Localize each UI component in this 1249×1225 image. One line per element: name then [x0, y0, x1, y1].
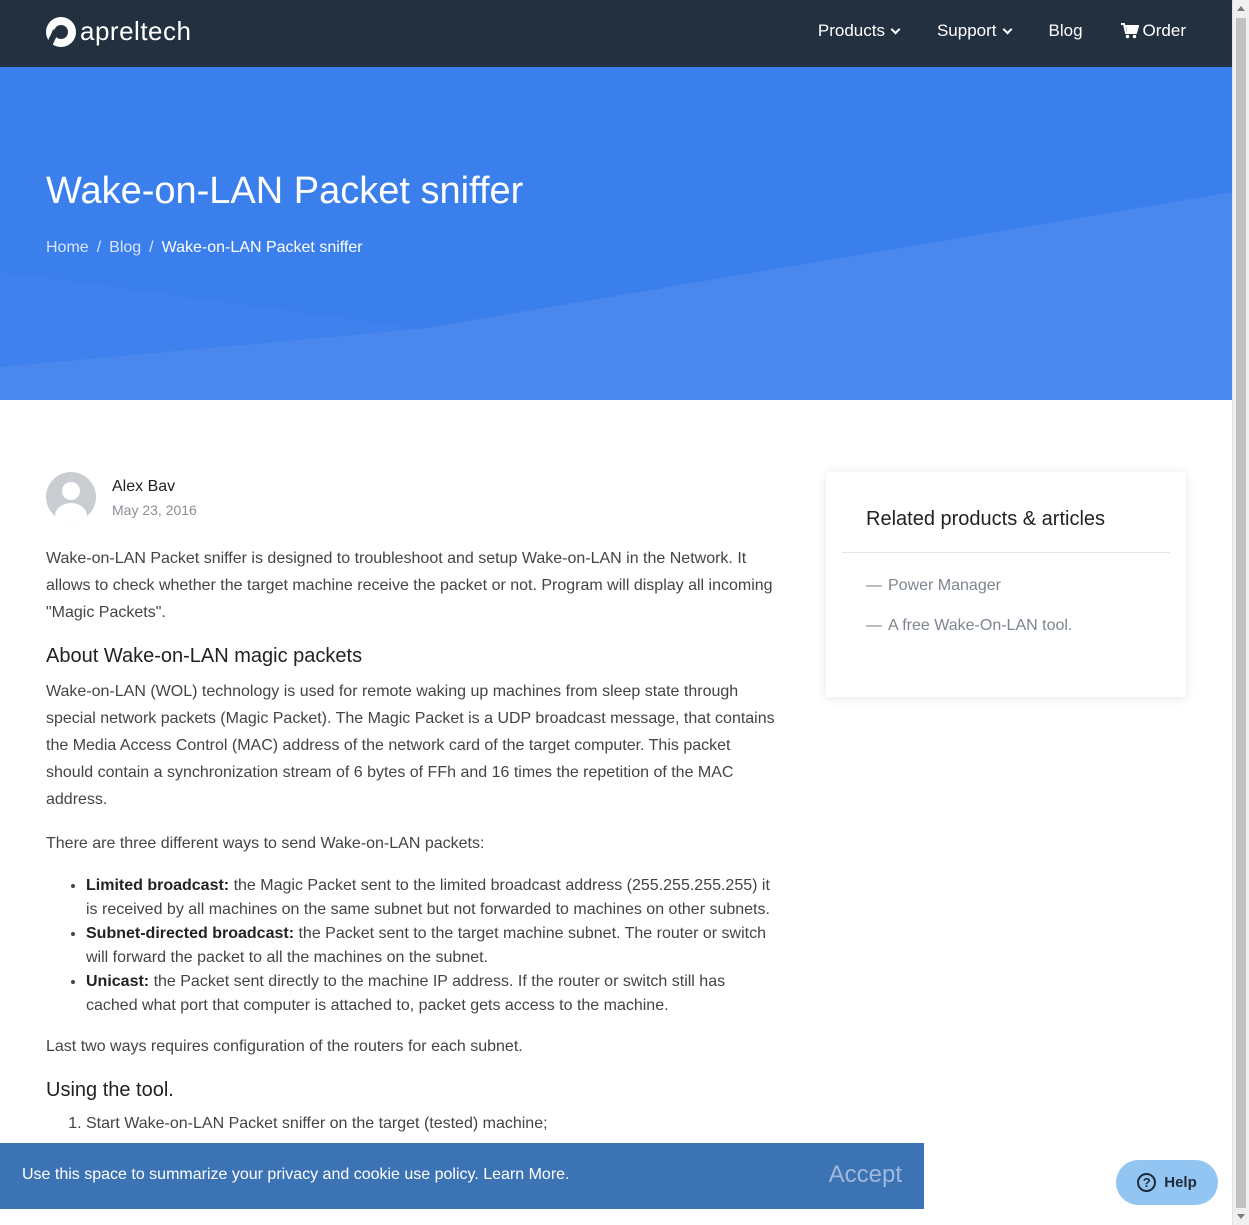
related-link-label: A free Wake-On-LAN tool. [888, 617, 1073, 634]
cart-icon [1120, 23, 1139, 39]
related-link-power-manager[interactable]: — Power Manager [866, 577, 1001, 595]
steps-list: Start Wake-on-LAN Packet sniffer on the … [86, 1112, 781, 1136]
cookie-text[interactable]: Use this space to summarize your privacy… [22, 1166, 570, 1184]
related-panel: Related products & articles — Power Manag… [826, 472, 1186, 697]
intro-paragraph: Wake-on-LAN Packet sniffer is designed t… [46, 550, 773, 621]
main-nav: Products Support Blog Order [780, 21, 1186, 41]
post-date: May 23, 2016 [112, 502, 197, 518]
post-author: Alex Bav May 23, 2016 [46, 472, 197, 522]
scroll-down-arrow-icon[interactable] [1237, 1214, 1245, 1219]
breadcrumb-blog[interactable]: Blog [109, 239, 141, 257]
heading-using: Using the tool. [46, 1079, 174, 1101]
avatar [46, 472, 96, 522]
accept-button[interactable]: Accept [829, 1161, 902, 1189]
nav-order-label: Order [1142, 21, 1186, 40]
list-item: Unicast: the Packet sent directly to the… [86, 970, 781, 1018]
ways-list: Limited broadcast: the Magic Packet sent… [86, 874, 781, 1018]
list-item: Subnet-directed broadcast: the Packet se… [86, 922, 781, 970]
apreltech-logo-icon [46, 16, 76, 47]
question-icon: ? [1137, 1173, 1157, 1192]
nav-order[interactable]: Order [1120, 21, 1186, 41]
help-button[interactable]: ? Help [1116, 1160, 1218, 1205]
breadcrumb-separator: / [96, 239, 102, 256]
heading-about: About Wake-on-LAN magic packets [46, 645, 363, 667]
hero-banner: Wake-on-LAN Packet sniffer Home / Blog /… [0, 67, 1232, 400]
list-item-text: the Packet sent directly to the machine … [86, 973, 726, 1014]
chevron-down-icon [890, 24, 901, 34]
article-body: Wake-on-LAN Packet sniffer is designed t… [46, 545, 781, 1136]
list-item-term: Unicast: [86, 973, 150, 990]
nav-products-label: Products [817, 21, 885, 40]
scroll-thumb[interactable] [1236, 18, 1246, 1208]
vertical-scrollbar[interactable] [1232, 0, 1249, 1225]
breadcrumb: Home / Blog / Wake-on-LAN Packet sniffer [46, 239, 363, 257]
divider [842, 552, 1170, 553]
dash-icon: — [866, 617, 882, 634]
page-title: Wake-on-LAN Packet sniffer [46, 170, 524, 212]
nav-blog[interactable]: Blog [1049, 21, 1083, 41]
breadcrumb-current: Wake-on-LAN Packet sniffer [161, 239, 363, 256]
related-link-label: Power Manager [888, 577, 1001, 594]
breadcrumb-separator: / [149, 239, 154, 256]
list-item-term: Subnet-directed broadcast: [86, 925, 295, 942]
cookie-banner: Use this space to summarize your privacy… [0, 1143, 924, 1209]
ways-paragraph: There are three different ways to send W… [46, 835, 485, 852]
help-label: Help [1164, 1174, 1197, 1191]
related-link-wol-tool[interactable]: — A free Wake-On-LAN tool. [866, 617, 1072, 635]
author-meta: Alex Bav May 23, 2016 [112, 472, 197, 522]
dash-icon: — [866, 577, 882, 594]
author-name: Alex Bav [112, 478, 176, 495]
breadcrumb-home[interactable]: Home [46, 239, 89, 257]
hero-background-shape [0, 192, 1232, 400]
step-item: Start Wake-on-LAN Packet sniffer on the … [86, 1112, 781, 1136]
nav-support-label: Support [936, 21, 997, 40]
nav-support[interactable]: Support [936, 21, 1012, 41]
list-item: Limited broadcast: the Magic Packet sent… [86, 874, 781, 922]
chevron-down-icon [1002, 24, 1012, 34]
list-item-term: Limited broadcast: [86, 877, 230, 894]
about-paragraph: Wake-on-LAN (WOL) technology is used for… [46, 683, 775, 808]
last-paragraph: Last two ways requires configuration of … [46, 1038, 523, 1055]
logo[interactable]: apreltech [46, 16, 191, 47]
nav-blog-label: Blog [1048, 21, 1083, 40]
top-navbar: apreltech Products Support Blog Order [0, 0, 1232, 67]
scroll-up-arrow-icon[interactable] [1237, 6, 1245, 11]
logo-text: apreltech [80, 16, 192, 46]
nav-products[interactable]: Products [817, 21, 901, 41]
related-title: Related products & articles [866, 508, 1106, 530]
